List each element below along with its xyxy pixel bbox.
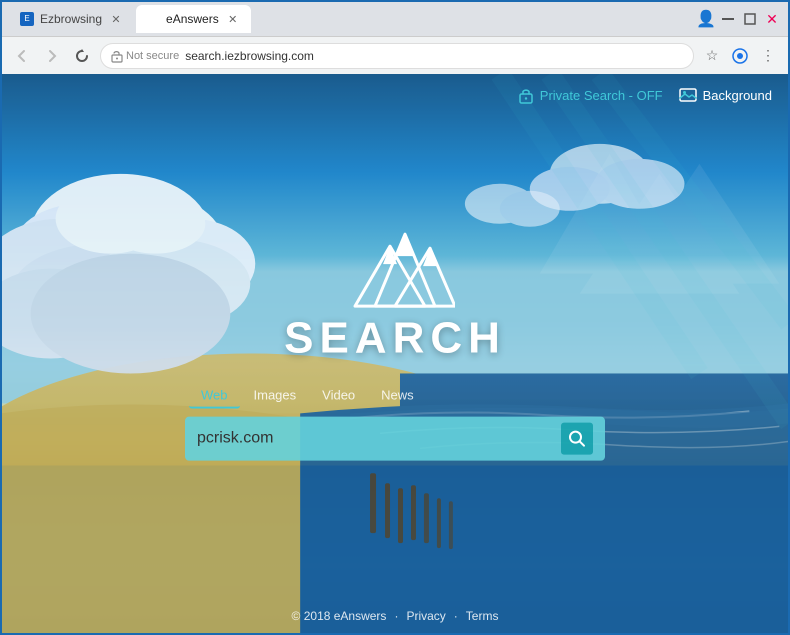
maximize-button[interactable] (742, 11, 758, 27)
tab-video[interactable]: Video (310, 383, 367, 408)
center-content: SEARCH Web Images Video News (185, 223, 605, 460)
bookmark-star-icon[interactable]: ☆ (700, 44, 724, 68)
footer-sep-1: · (394, 609, 398, 623)
logo-text: SEARCH (284, 313, 506, 363)
private-search-label: Private Search - OFF (540, 88, 663, 103)
url-text: search.iezbrowsing.com (185, 49, 683, 63)
refresh-button[interactable] (70, 44, 94, 68)
tab-web[interactable]: Web (189, 383, 240, 408)
tab-label-ezbrowsing: Ezbrowsing (40, 12, 102, 26)
footer-privacy-link[interactable]: Privacy (406, 609, 445, 623)
tab-ezbrowsing[interactable]: E Ezbrowsing ✕ (10, 5, 134, 33)
tab-label-eanswers: eAnswers (166, 12, 219, 26)
tab-images[interactable]: Images (242, 383, 309, 408)
browser-window: E Ezbrowsing ✕ 🏔 eAnswers ✕ 👤 ✕ (0, 0, 790, 635)
mountain-logo-icon (335, 223, 455, 313)
background-button[interactable]: Background (679, 88, 772, 103)
logo-container: SEARCH (284, 223, 506, 363)
more-options-icon[interactable]: ⋮ (756, 44, 780, 68)
footer-sep-2: · (454, 609, 458, 623)
window-controls: 👤 ✕ (698, 11, 780, 27)
lock-open-icon (111, 49, 123, 63)
search-icon (568, 429, 586, 447)
tab-close-ezbrowsing[interactable]: ✕ (108, 11, 124, 27)
image-icon (679, 88, 697, 102)
address-bar: Not secure search.iezbrowsing.com ☆ ⋮ (2, 36, 788, 74)
search-tabs: Web Images Video News (185, 383, 426, 408)
tab-favicon-eanswers: 🏔 (146, 12, 160, 26)
back-button[interactable] (10, 44, 34, 68)
not-secure-label: Not secure (126, 50, 179, 62)
page-footer: © 2018 eAnswers · Privacy · Terms (292, 609, 499, 623)
tab-favicon-ezbrowsing: E (20, 12, 34, 26)
minimize-button[interactable] (720, 11, 736, 27)
toolbar-right: ☆ ⋮ (700, 44, 780, 68)
tab-eanswers[interactable]: 🏔 eAnswers ✕ (136, 5, 251, 33)
lock-icon (518, 86, 534, 104)
search-submit-button[interactable] (561, 422, 593, 454)
footer-terms-link[interactable]: Terms (466, 609, 499, 623)
profile-icon[interactable]: 👤 (698, 11, 714, 27)
browser-content: Private Search - OFF Background (2, 74, 788, 633)
close-button[interactable]: ✕ (764, 11, 780, 27)
background-label: Background (703, 88, 772, 103)
page-top-controls: Private Search - OFF Background (518, 86, 772, 104)
search-input[interactable] (197, 429, 553, 447)
browser-icon[interactable] (728, 44, 752, 68)
tab-close-eanswers[interactable]: ✕ (225, 11, 241, 27)
address-input[interactable]: Not secure search.iezbrowsing.com (100, 43, 694, 69)
tabs-area: E Ezbrowsing ✕ 🏔 eAnswers ✕ (10, 5, 690, 33)
tab-news[interactable]: News (369, 383, 426, 408)
search-box (185, 416, 605, 460)
footer-copyright: © 2018 eAnswers (292, 609, 387, 623)
private-search-button[interactable]: Private Search - OFF (518, 86, 663, 104)
not-secure-indicator: Not secure (111, 49, 179, 63)
title-bar: E Ezbrowsing ✕ 🏔 eAnswers ✕ 👤 ✕ (2, 2, 788, 36)
forward-button[interactable] (40, 44, 64, 68)
